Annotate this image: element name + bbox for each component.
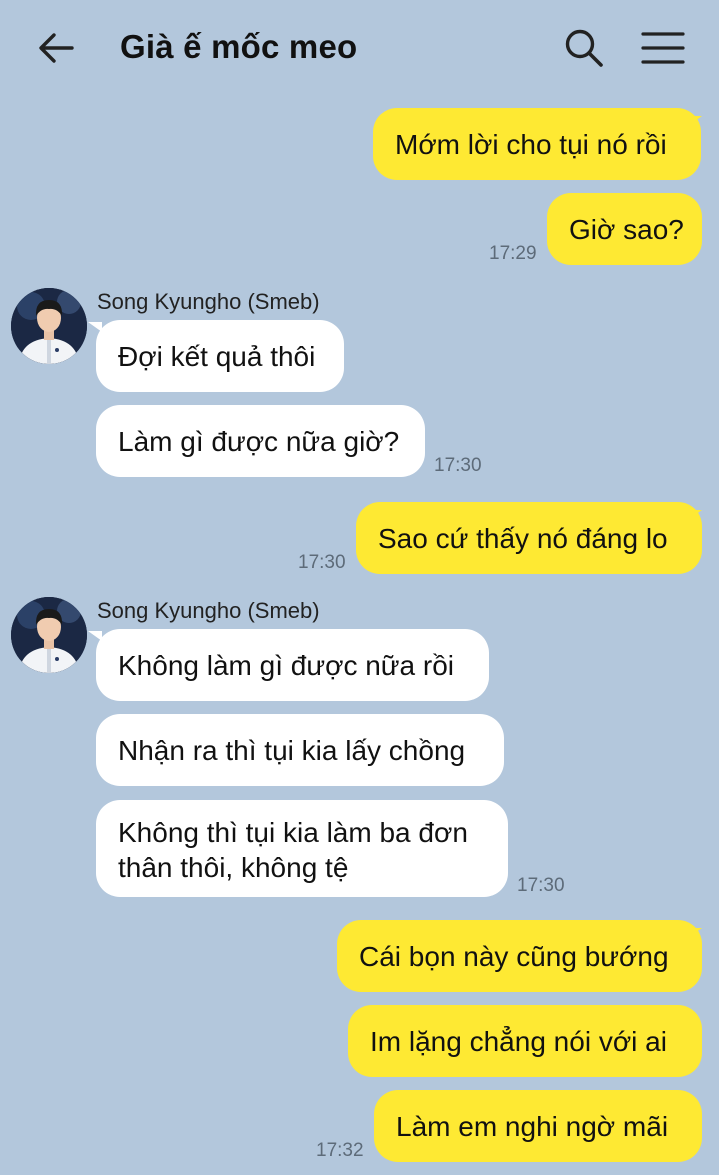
my-message-bubble[interactable]: Làm em nghi ngờ mãi — [374, 1090, 702, 1162]
message-text: Sao cứ thấy nó đáng lo — [378, 522, 668, 554]
search-button[interactable] — [562, 26, 606, 70]
their-message-bubble[interactable]: Đợi kết quả thôi — [96, 320, 344, 392]
chat-title: Già ế mốc meo — [120, 28, 358, 65]
message-timestamp: 17:30 — [434, 455, 482, 476]
their-message-bubble[interactable]: Nhận ra thì tụi kia lấy chồng — [96, 714, 504, 786]
their-message-bubble[interactable]: Không làm gì được nữa rồi — [96, 629, 489, 701]
hamburger-menu-icon — [641, 32, 685, 64]
back-button[interactable] — [34, 26, 78, 70]
message-timestamp: 17:32 — [316, 1140, 364, 1161]
message-text: Giờ sao? — [569, 213, 684, 245]
chat-header: Già ế mốc meo — [0, 0, 719, 96]
message-timestamp: 17:30 — [298, 552, 346, 573]
sender-name: Song Kyungho (Smeb) — [97, 289, 320, 314]
message-text: Làm em nghi ngờ mãi — [396, 1110, 669, 1142]
avatar[interactable] — [11, 597, 87, 673]
my-message-bubble[interactable]: Giờ sao? — [547, 193, 702, 265]
message-text: Không thì tụi kia làm ba đơn thân thôi, … — [118, 817, 468, 883]
message-text: Làm gì được nữa giờ? — [118, 425, 400, 457]
sender-name: Song Kyungho (Smeb) — [97, 598, 320, 623]
message-timestamp: 17:29 — [489, 243, 537, 264]
their-message-bubble[interactable]: Làm gì được nữa giờ? — [96, 405, 425, 477]
menu-button[interactable] — [640, 26, 686, 70]
my-message-bubble[interactable]: Sao cứ thấy nó đáng lo — [356, 502, 702, 574]
message-text: Im lặng chẳng nói với ai — [370, 1025, 667, 1057]
my-message-bubble[interactable]: Mớm lời cho tụi nó rồi — [373, 108, 701, 180]
profile-photo-icon — [11, 597, 87, 673]
my-message-bubble[interactable]: Im lặng chẳng nói với ai — [348, 1005, 702, 1077]
avatar[interactable] — [11, 288, 87, 364]
my-message-bubble[interactable]: Cái bọn này cũng bướng — [337, 920, 702, 992]
message-text: Không làm gì được nữa rồi — [118, 649, 455, 681]
message-text: Nhận ra thì tụi kia lấy chồng — [118, 734, 466, 766]
their-message-bubble[interactable]: Không thì tụi kia làm ba đơn thân thôi, … — [96, 800, 508, 897]
profile-photo-icon — [11, 288, 87, 364]
search-icon — [565, 29, 603, 67]
arrow-left-icon — [39, 33, 74, 63]
message-text: Đợi kết quả thôi — [118, 340, 316, 372]
message-text: Cái bọn này cũng bướng — [359, 940, 669, 972]
message-timestamp: 17:30 — [517, 875, 565, 896]
message-text: Mớm lời cho tụi nó rồi — [395, 128, 667, 160]
